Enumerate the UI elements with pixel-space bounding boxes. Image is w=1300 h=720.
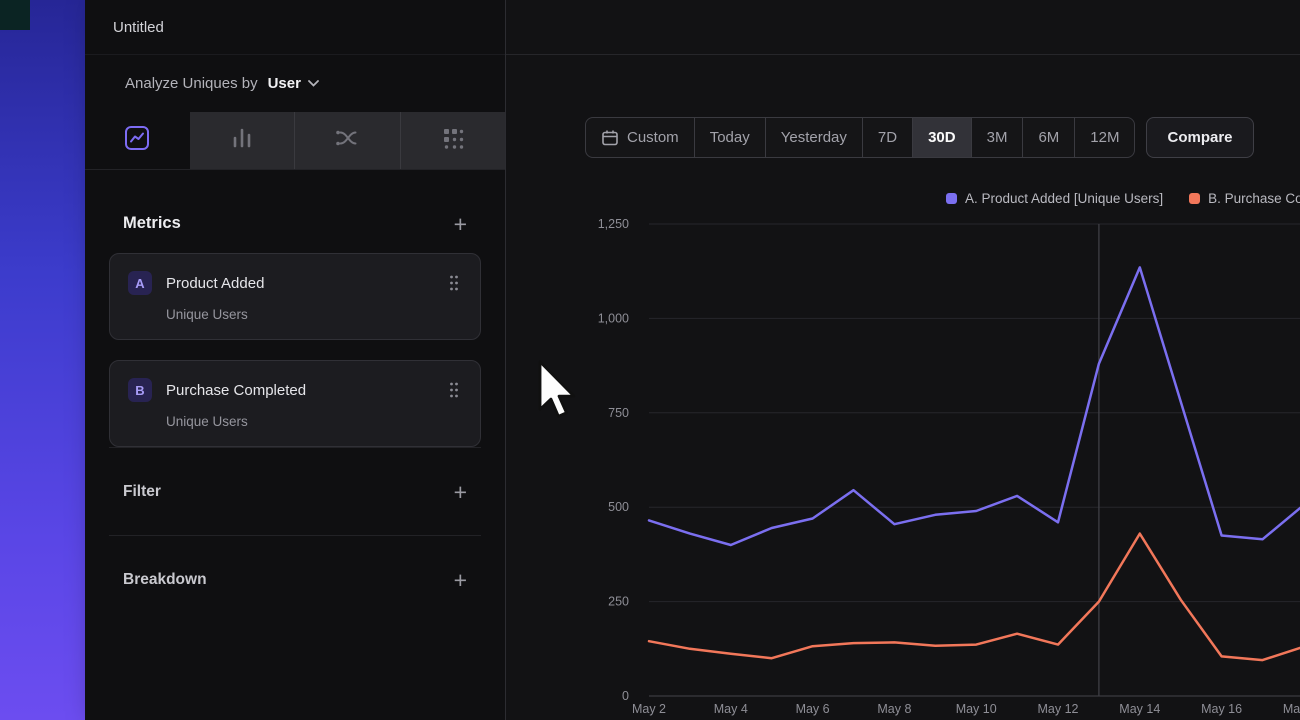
range-yesterday[interactable]: Yesterday xyxy=(765,118,862,157)
legend-item-b[interactable]: B. Purchase Completed [Unique Users] xyxy=(1189,191,1300,206)
filter-title: Filter xyxy=(123,483,161,501)
metric-card-a[interactable]: A Product Added Unique Users xyxy=(109,253,481,340)
legend-swatch-purple xyxy=(946,193,957,204)
analyze-value-dropdown[interactable]: User xyxy=(268,75,301,92)
metric-badge-a: A xyxy=(128,271,152,295)
chevron-down-icon[interactable] xyxy=(308,80,319,87)
range-7d[interactable]: 7D xyxy=(862,118,912,157)
svg-text:May 18: May 18 xyxy=(1283,702,1300,716)
line-chart-icon xyxy=(124,125,150,156)
range-30d[interactable]: 30D xyxy=(912,118,971,157)
kebab-menu-icon[interactable] xyxy=(446,272,462,294)
tab-bar-chart[interactable] xyxy=(190,112,295,169)
range-group: CustomTodayYesterday7D30D3M6M12M xyxy=(585,117,1135,158)
analyze-uniques-row: Analyze Uniques by User xyxy=(85,55,505,112)
legend-label: B. Purchase Completed [Unique Users] xyxy=(1208,191,1300,206)
legend-swatch-orange xyxy=(1189,193,1200,204)
metrics-header: Metrics + xyxy=(123,214,467,233)
svg-text:May 8: May 8 xyxy=(877,702,911,716)
chart-type-tabs xyxy=(85,112,505,170)
add-filter-button[interactable]: + xyxy=(454,483,467,501)
svg-text:500: 500 xyxy=(608,500,629,514)
compare-button[interactable]: Compare xyxy=(1146,117,1253,158)
svg-text:0: 0 xyxy=(622,689,629,703)
svg-text:May 16: May 16 xyxy=(1201,702,1242,716)
legend-item-a[interactable]: A. Product Added [Unique Users] xyxy=(946,191,1163,206)
add-metric-button[interactable]: + xyxy=(454,215,467,233)
range-6m[interactable]: 6M xyxy=(1022,118,1074,157)
metric-name[interactable]: Purchase Completed xyxy=(166,382,432,399)
svg-text:250: 250 xyxy=(608,595,629,609)
date-range-toolbar: CustomTodayYesterday7D30D3M6M12M Compare xyxy=(585,117,1254,158)
svg-text:May 10: May 10 xyxy=(956,702,997,716)
bar-chart-icon xyxy=(230,126,254,155)
svg-text:1,250: 1,250 xyxy=(598,217,629,231)
metric-card-b[interactable]: B Purchase Completed Unique Users xyxy=(109,360,481,447)
tab-line-chart[interactable] xyxy=(85,112,190,169)
analyze-label: Analyze Uniques by xyxy=(125,75,258,92)
range-12m[interactable]: 12M xyxy=(1074,118,1134,157)
chart-panel: 0 250 500 750 1,000 1,250 May 2 May 4 May 6 May 8… xyxy=(506,0,1300,720)
metric-badge-b: B xyxy=(128,378,152,402)
svg-text:May 2: May 2 xyxy=(632,702,666,716)
legend-label: A. Product Added [Unique Users] xyxy=(965,191,1163,206)
corner-block xyxy=(0,0,30,30)
retention-grid-icon xyxy=(441,126,465,155)
report-title[interactable]: Untitled xyxy=(113,19,164,36)
metric-name[interactable]: Product Added xyxy=(166,275,432,292)
metric-subtitle[interactable]: Unique Users xyxy=(166,307,462,322)
calendar-icon xyxy=(601,129,619,147)
svg-text:750: 750 xyxy=(608,406,629,420)
svg-text:May 12: May 12 xyxy=(1038,702,1079,716)
add-breakdown-button[interactable]: + xyxy=(454,571,467,589)
metrics-title: Metrics xyxy=(123,214,181,233)
breakdown-section: Breakdown + xyxy=(109,535,481,623)
tab-retention-grid[interactable] xyxy=(400,112,506,169)
svg-text:1,000: 1,000 xyxy=(598,311,629,325)
range-today[interactable]: Today xyxy=(694,118,765,157)
tab-flow-chart[interactable] xyxy=(294,112,400,169)
query-builder-sidebar: Untitled Analyze Uniques by User xyxy=(85,0,506,720)
chart-legend: A. Product Added [Unique Users] B. Purch… xyxy=(946,191,1300,206)
svg-text:May 14: May 14 xyxy=(1119,702,1160,716)
kebab-menu-icon[interactable] xyxy=(446,379,462,401)
report-title-bar: Untitled xyxy=(85,0,505,55)
insights-line-chart[interactable]: 0 250 500 750 1,000 1,250 May 2 May 4 May 6 May 8… xyxy=(506,0,1300,720)
insights-app-window: Untitled Analyze Uniques by User xyxy=(0,0,1300,720)
left-gradient-strip xyxy=(0,0,85,720)
flow-chart-icon xyxy=(334,126,360,155)
breakdown-title: Breakdown xyxy=(123,571,207,589)
filter-section: Filter + xyxy=(109,447,481,535)
range-3m[interactable]: 3M xyxy=(971,118,1023,157)
svg-text:May 4: May 4 xyxy=(714,702,748,716)
svg-text:May 6: May 6 xyxy=(796,702,830,716)
metric-subtitle[interactable]: Unique Users xyxy=(166,414,462,429)
range-custom[interactable]: Custom xyxy=(586,118,694,157)
